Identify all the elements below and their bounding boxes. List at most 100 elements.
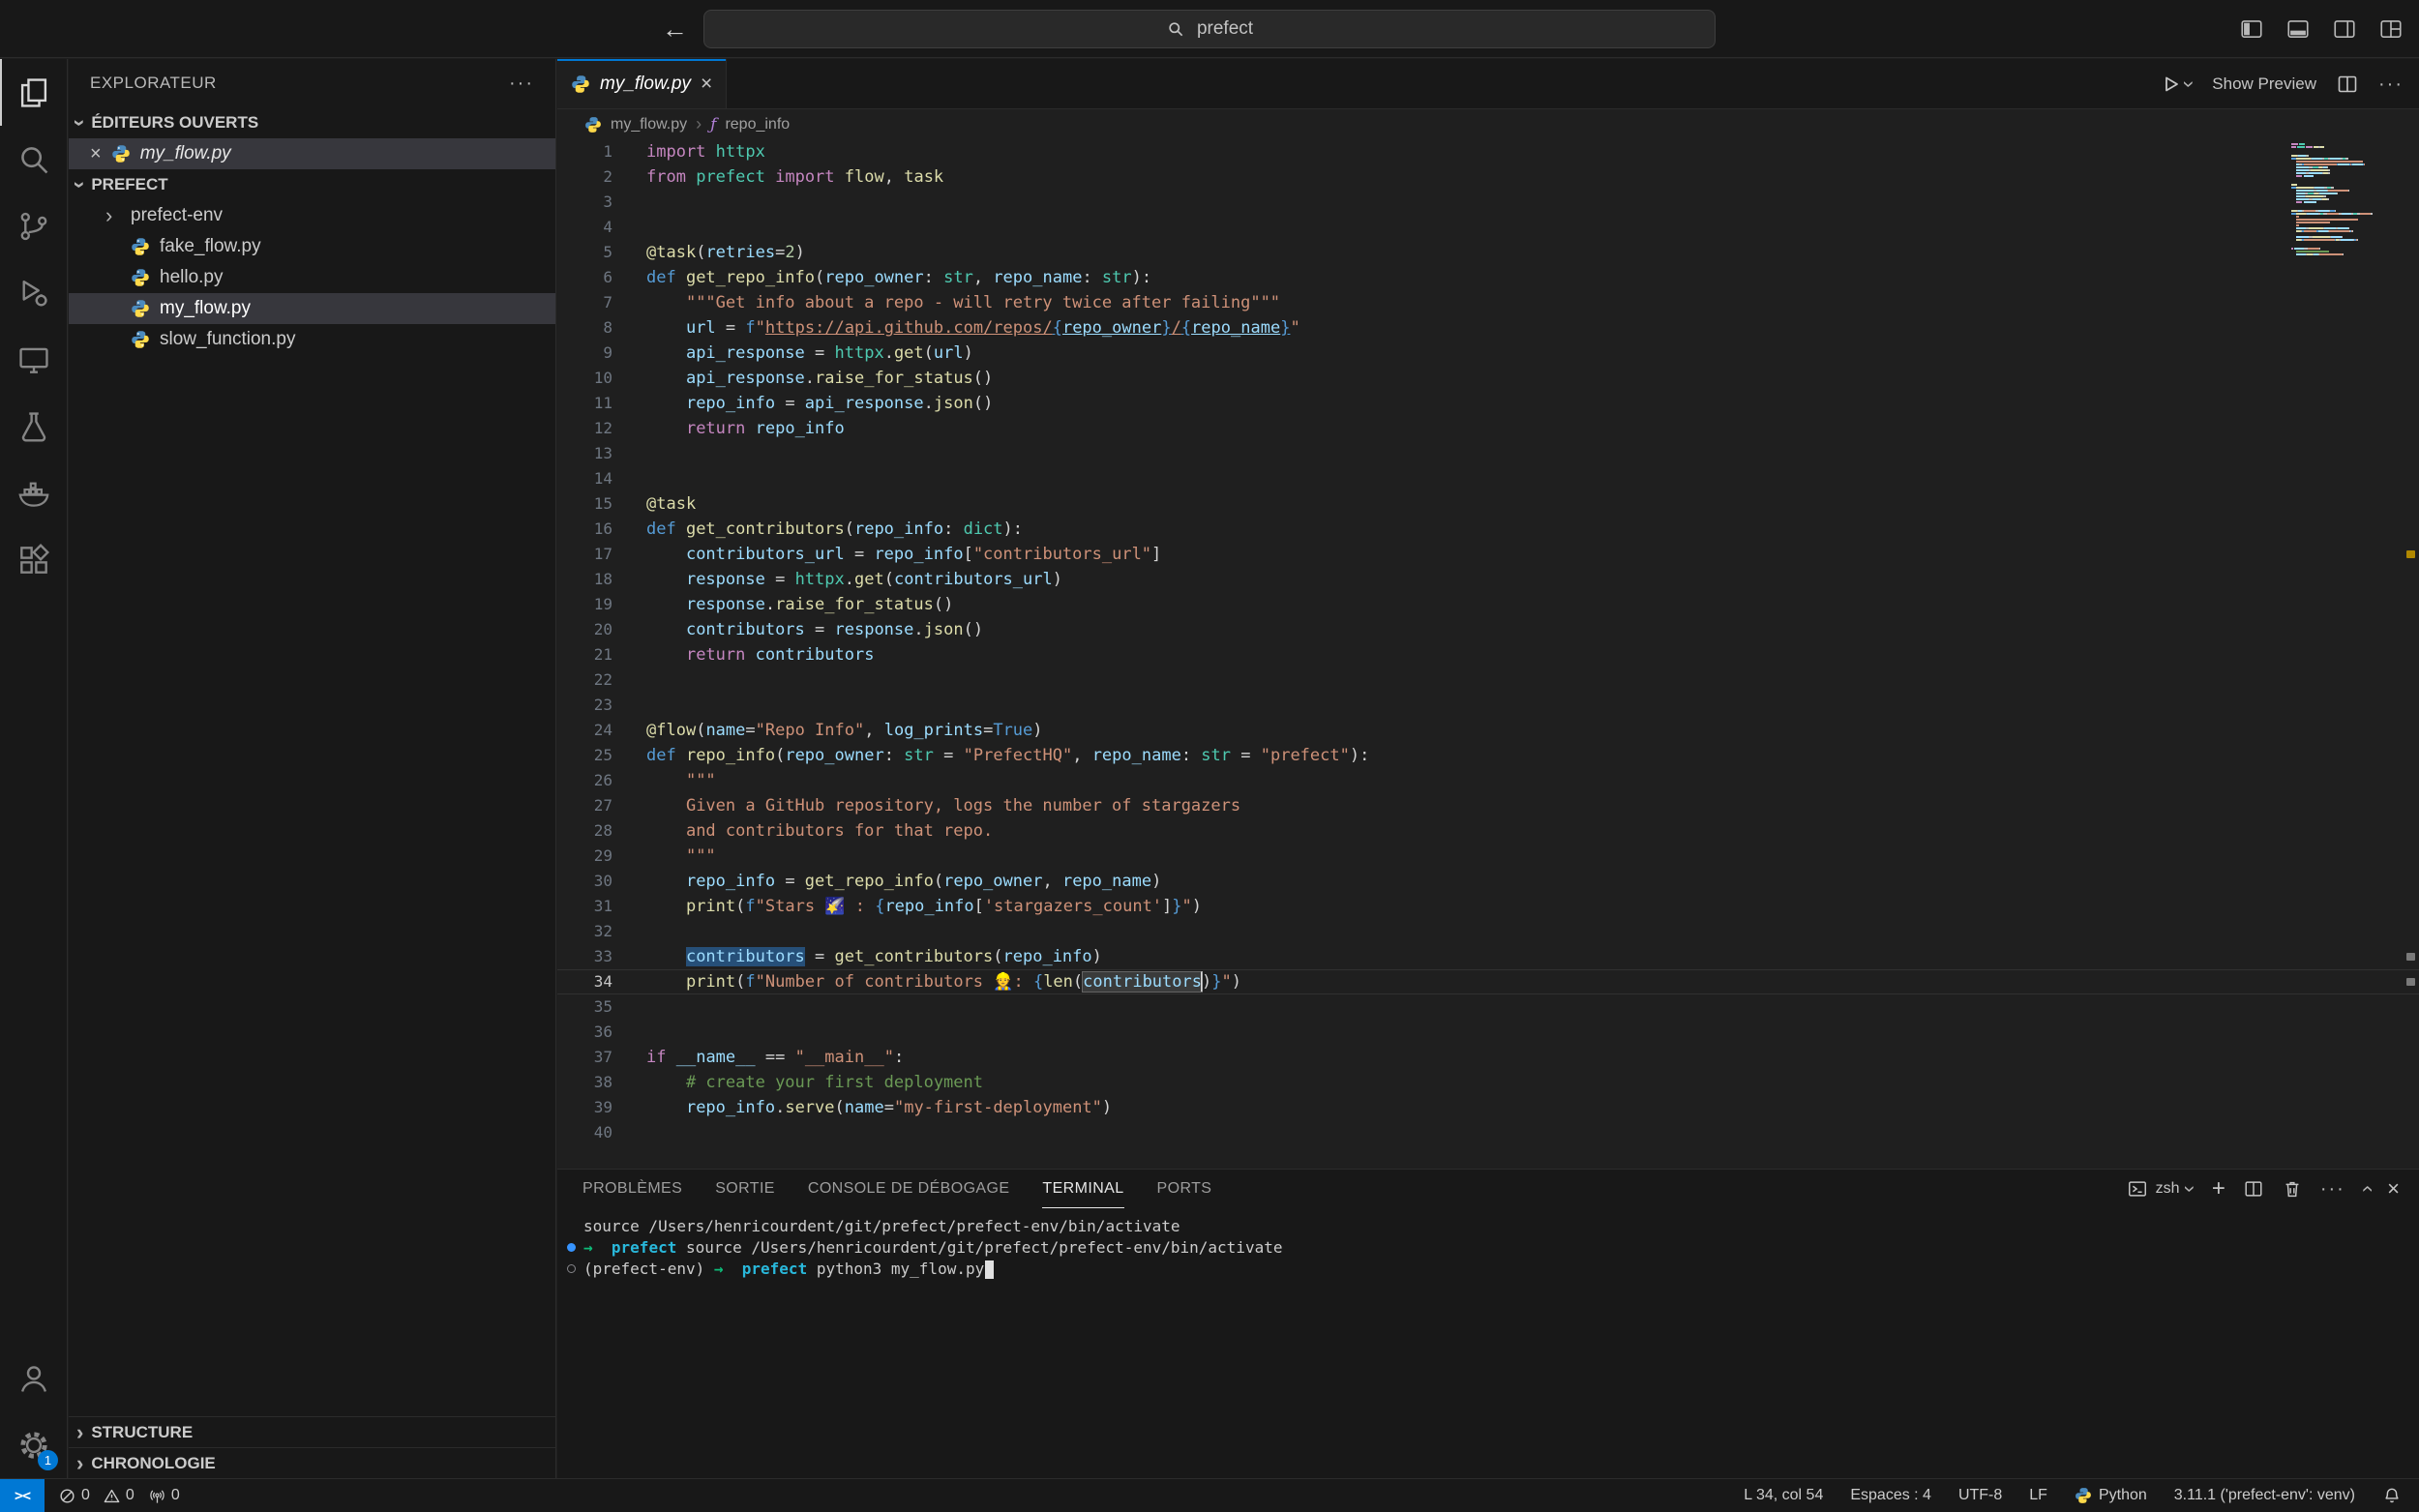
chevron-down-icon: › [74,181,87,188]
new-terminal-icon[interactable]: + [2212,1179,2225,1199]
explorer-icon[interactable] [0,59,67,126]
activity-bar: 1 [0,59,68,1478]
python-file-icon [131,268,150,287]
chevron-down-icon[interactable]: › [2184,1185,2197,1192]
editor-pane[interactable]: 1import httpx2from prefect import flow, … [557,139,2419,1169]
panel-tab-console-de-débogage[interactable]: CONSOLE DE DÉBOGAGE [808,1170,1010,1208]
code-line-17: 17 contributors_url = repo_info["contrib… [557,542,2419,567]
terminal-output[interactable]: source /Users/henricourdent/git/prefect/… [557,1208,2419,1280]
code-line-1: 1import httpx [557,139,2419,164]
account-icon[interactable] [0,1345,67,1411]
chevron-down-icon[interactable]: › [2183,80,2196,87]
source-control-icon[interactable] [0,193,67,259]
timeline-section-header[interactable]: › CHRONOLOGIE [69,1447,555,1478]
error-count: 0 [81,1487,90,1504]
language-mode[interactable]: Python [2075,1487,2147,1504]
split-terminal-icon[interactable] [2243,1178,2264,1200]
explorer-more-actions-icon[interactable]: ··· [509,73,534,95]
minimap[interactable] [2291,143,2400,259]
project-label: PREFECT [91,175,167,194]
code-line-36: 36 [557,1020,2419,1045]
panel-more-actions-icon[interactable]: ··· [2320,1178,2345,1201]
close-icon[interactable]: × [90,143,102,165]
title-bar: ← → prefect [0,0,2419,58]
code-line-16: 16def get_contributors(repo_info: dict): [557,517,2419,542]
breadcrumb-symbol[interactable]: repo_info [725,116,790,133]
testing-icon[interactable] [0,393,67,460]
encoding-status[interactable]: UTF-8 [1958,1487,2002,1504]
notifications-bell-icon[interactable] [2382,1486,2402,1505]
command-center-text: prefect [1197,18,1253,40]
settings-gear-icon[interactable]: 1 [0,1411,67,1478]
file-item-fake_flow.py[interactable]: fake_flow.py [69,231,555,262]
run-debug-icon[interactable] [0,259,67,326]
code-line-23: 23 [557,693,2419,718]
code-line-4: 4 [557,215,2419,240]
python-interpreter[interactable]: 3.11.1 ('prefect-env': venv) [2174,1487,2355,1504]
panel-tab-ports[interactable]: PORTS [1157,1170,1212,1208]
ruler-mark [2406,953,2415,961]
run-button[interactable]: › [2160,73,2193,96]
code-line-29: 29 """ [557,844,2419,869]
code-line-37: 37if __name__ == "__main__": [557,1045,2419,1070]
code-line-32: 32 [557,919,2419,944]
file-item-slow_function.py[interactable]: slow_function.py [69,324,555,355]
kill-terminal-icon[interactable] [2282,1178,2303,1200]
python-file-icon [131,237,150,256]
extensions-icon[interactable] [0,526,67,593]
file-item-hello.py[interactable]: hello.py [69,262,555,293]
customize-layout-icon[interactable] [2378,16,2404,42]
code-line-21: 21 return contributors [557,642,2419,667]
problems-status[interactable]: 0 0 [58,1487,134,1505]
structure-label: STRUCTURE [91,1423,193,1442]
file-item-prefect-env[interactable]: ›prefect-env [69,200,555,231]
split-editor-icon[interactable] [2336,73,2359,96]
layout-sidebar-right-icon[interactable] [2332,16,2357,42]
close-icon[interactable]: × [701,73,712,96]
docker-icon[interactable] [0,460,67,526]
panel-tab-problèmes[interactable]: PROBLÈMES [582,1170,682,1208]
ports-status[interactable]: 0 [148,1487,180,1505]
code-line-6: 6def get_repo_info(repo_owner: str, repo… [557,265,2419,290]
structure-section-header[interactable]: › STRUCTURE [69,1416,555,1447]
show-preview-button[interactable]: Show Preview [2212,74,2316,94]
code-line-3: 3 [557,190,2419,215]
cursor-position[interactable]: L 34, col 54 [1744,1487,1823,1504]
overview-ruler[interactable] [2405,139,2417,1169]
code-line-9: 9 api_response = httpx.get(url) [557,341,2419,366]
code-line-33: 33 contributors = get_contributors(repo_… [557,944,2419,969]
file-item-my_flow.py[interactable]: my_flow.py [69,293,555,324]
code-line-19: 19 response.raise_for_status() [557,592,2419,617]
remote-indicator[interactable]: >< [0,1479,45,1512]
panel-tab-terminal[interactable]: TERMINAL [1042,1170,1123,1208]
eol-status[interactable]: LF [2029,1487,2047,1504]
search-icon [1166,19,1185,39]
layout-sidebar-left-icon[interactable] [2239,16,2264,42]
ruler-mark [2406,550,2415,558]
close-panel-icon[interactable]: × [2387,1176,2400,1201]
launch-profile-button[interactable]: zsh › [2127,1178,2195,1200]
explorer-file-list: ›prefect-envfake_flow.pyhello.pymy_flow.… [69,200,555,355]
tab-my-flow[interactable]: my_flow.py × [557,59,727,108]
chevron-up-icon[interactable]: › [2359,1185,2373,1192]
remote-explorer-icon[interactable] [0,326,67,393]
bottom-panel: PROBLÈMES SORTIE CONSOLE DE DÉBOGAGE TERMIN… [557,1169,2419,1478]
project-section-header[interactable]: › PREFECT [69,169,555,200]
command-center-search[interactable]: prefect [703,10,1716,48]
search-icon-activity[interactable] [0,126,67,193]
open-editor-item[interactable]: × my_flow.py [69,138,555,169]
indentation-status[interactable]: Espaces : 4 [1850,1487,1931,1504]
code-line-5: 5@task(retries=2) [557,240,2419,265]
breadcrumb-file[interactable]: my_flow.py [611,116,687,133]
function-symbol-icon: ƒ [710,115,716,134]
panel-tab-sortie[interactable]: SORTIE [715,1170,775,1208]
code-line-13: 13 [557,441,2419,466]
code-line-24: 24@flow(name="Repo Info", log_prints=Tru… [557,718,2419,743]
code-line-11: 11 repo_info = api_response.json() [557,391,2419,416]
layout-panel-icon[interactable] [2285,16,2311,42]
open-editors-section-header[interactable]: › ÉDITEURS OUVERTS [69,107,555,138]
tab-bar: my_flow.py × › Show Preview ··· [557,59,2419,109]
command-decoration-empty-icon [567,1264,576,1273]
editor-more-actions-icon[interactable]: ··· [2378,74,2404,96]
back-icon[interactable]: ← [662,15,688,44]
